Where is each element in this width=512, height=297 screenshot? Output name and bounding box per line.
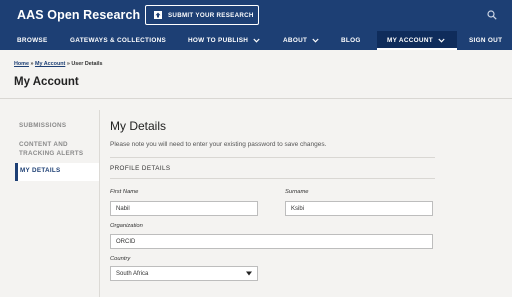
- organization-label: Organization: [110, 223, 143, 229]
- submit-research-button[interactable]: SUBMIT YOUR RESEARCH: [145, 5, 259, 25]
- nav-how-to-publish[interactable]: HOW TO PUBLISH: [188, 31, 260, 50]
- first-name-label: First Name: [110, 189, 139, 195]
- sidebar-item-label: MY DETAILS: [20, 167, 61, 174]
- nav-browse[interactable]: BROWSE: [17, 31, 48, 50]
- nav-gateways-label: GATEWAYS & COLLECTIONS: [70, 37, 167, 44]
- nav-how-to-publish-label: HOW TO PUBLISH: [188, 37, 249, 44]
- organization-field[interactable]: ORCID: [110, 234, 433, 249]
- password-note: Please note you will need to enter your …: [110, 141, 327, 148]
- first-name-field[interactable]: Nabil: [110, 201, 258, 216]
- nav-my-account[interactable]: MY ACCOUNT: [377, 31, 457, 50]
- divider: [0, 98, 512, 99]
- chevron-down-icon: [253, 38, 260, 43]
- breadcrumb-separator: »: [30, 61, 34, 67]
- sidebar-item-my-details[interactable]: MY DETAILS: [15, 163, 99, 181]
- nav-sign-out-label: SIGN OUT: [469, 37, 503, 44]
- nav-about[interactable]: ABOUT: [283, 31, 319, 50]
- nav-blog[interactable]: BLOG: [341, 31, 361, 50]
- sidebar-divider: [99, 110, 100, 297]
- nav-blog-label: BLOG: [341, 37, 361, 44]
- submit-research-label: SUBMIT YOUR RESEARCH: [168, 11, 254, 19]
- site-logo-text[interactable]: AAS Open Research: [17, 8, 140, 22]
- sidebar-item-label: CONTENT AND: [19, 141, 68, 148]
- breadcrumb-my-account[interactable]: My Account: [35, 61, 65, 67]
- nav-my-account-label: MY ACCOUNT: [387, 37, 433, 44]
- breadcrumb: Home » My Account » User Details: [14, 61, 103, 67]
- surname-field[interactable]: Ksibi: [285, 201, 433, 216]
- chevron-down-icon: [438, 38, 445, 43]
- upload-icon: [154, 11, 162, 19]
- top-bar: AAS Open Research SUBMIT YOUR RESEARCH: [0, 0, 512, 31]
- section-title: My Details: [110, 119, 167, 133]
- divider: [110, 157, 435, 158]
- surname-label: Surname: [285, 189, 309, 195]
- country-value: South Africa: [116, 270, 149, 277]
- nav-gateways[interactable]: GATEWAYS & COLLECTIONS: [70, 31, 166, 50]
- search-icon[interactable]: [487, 10, 497, 20]
- nav-browse-label: BROWSE: [17, 37, 48, 44]
- nav-about-label: ABOUT: [283, 37, 308, 44]
- country-label: Country: [110, 256, 131, 262]
- main-nav: BROWSE GATEWAYS & COLLECTIONS HOW TO PUB…: [0, 31, 512, 50]
- chevron-down-icon: [312, 38, 319, 43]
- sidebar-item-label: TRACKING ALERTS: [19, 150, 84, 157]
- divider: [110, 178, 435, 179]
- profile-details-heading: PROFILE DETAILS: [110, 165, 171, 172]
- sidebar-item-submissions[interactable]: SUBMISSIONS: [19, 121, 66, 130]
- breadcrumb-separator: »: [66, 61, 70, 67]
- breadcrumb-home[interactable]: Home: [14, 61, 29, 67]
- sidebar-item-content-alerts[interactable]: CONTENT AND TRACKING ALERTS: [19, 140, 83, 158]
- nav-sign-out[interactable]: SIGN OUT: [469, 31, 502, 50]
- dropdown-arrow-icon: [246, 271, 252, 276]
- page-title: My Account: [14, 76, 79, 88]
- breadcrumb-current: User Details: [71, 61, 103, 67]
- country-select[interactable]: South Africa: [110, 266, 258, 281]
